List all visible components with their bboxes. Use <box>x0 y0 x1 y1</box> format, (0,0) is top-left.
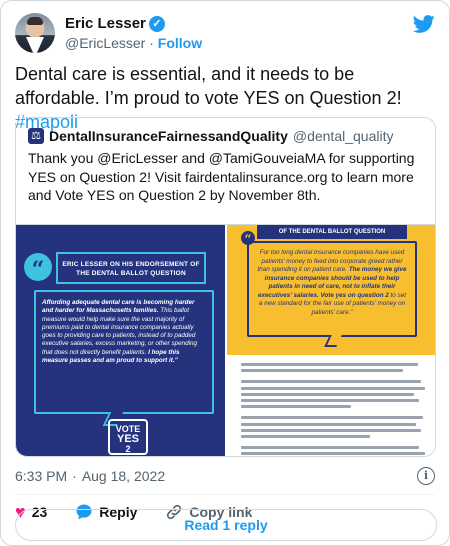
quoted-header: ⚖ DentalInsuranceFairnessandQuality @den… <box>28 127 393 145</box>
right-image-title: OF THE DENTAL BALLOT QUESTION <box>257 225 407 239</box>
quoted-media[interactable]: “ ERIC LESSER ON HIS ENDORSEMENT OF THE … <box>16 224 435 456</box>
endorsement-image-right[interactable]: OF THE DENTAL BALLOT QUESTION “ For too … <box>227 225 435 456</box>
endorsement-image-left[interactable]: “ ERIC LESSER ON HIS ENDORSEMENT OF THE … <box>16 225 225 456</box>
read-replies-button[interactable]: Read 1 reply <box>15 509 437 541</box>
quote-mark-icon: “ <box>24 253 52 283</box>
quoted-handle: @dental_quality <box>292 128 394 144</box>
press-release-text-lines <box>241 363 425 456</box>
info-icon[interactable]: i <box>417 467 435 485</box>
author-names: Eric Lesser ✓ @EricLesser · Follow <box>65 14 202 53</box>
logo-yes: YES <box>116 433 139 445</box>
avatar-shirt <box>26 37 44 53</box>
tweet-timestamp[interactable]: 6:33 PM · Aug 18, 2022 <box>15 467 165 485</box>
tweet-date[interactable]: Aug 18, 2022 <box>82 467 165 485</box>
tweet-header: Eric Lesser ✓ @EricLesser · Follow <box>15 13 435 53</box>
quoted-text: Thank you @EricLesser and @TamiGouveiaMA… <box>28 150 415 203</box>
logo-number: 2 <box>125 444 131 454</box>
author-handle[interactable]: @EricLesser <box>65 35 145 51</box>
twitter-bird-icon[interactable] <box>413 13 435 35</box>
tweet-body: Dental care is essential, and it needs t… <box>15 64 402 108</box>
avatar-hair <box>27 17 43 25</box>
quoted-display-name: DentalInsuranceFairnessandQuality <box>49 128 288 144</box>
right-image-quote: For too long dental insurance companies … <box>247 241 417 337</box>
vote-yes-2-logo: VOTE YES 2 <box>108 419 148 455</box>
follow-button[interactable]: Follow <box>158 35 202 51</box>
display-name-text[interactable]: Eric Lesser <box>65 14 146 33</box>
quoted-avatar-icon: ⚖ <box>28 128 44 144</box>
divider <box>15 494 435 495</box>
timestamp-dot: · <box>72 468 77 484</box>
left-image-title: ERIC LESSER ON HIS ENDORSEMENT OF THE DE… <box>56 252 206 284</box>
tweet-card: Eric Lesser ✓ @EricLesser · Follow Denta… <box>0 0 450 546</box>
separator-dot: · <box>149 35 154 51</box>
author-display-name[interactable]: Eric Lesser ✓ <box>65 14 202 33</box>
handle-row: @EricLesser · Follow <box>65 34 202 53</box>
verified-icon: ✓ <box>148 15 165 32</box>
tweet-time[interactable]: 6:33 PM <box>15 467 67 485</box>
yellow-quote-panel: OF THE DENTAL BALLOT QUESTION “ For too … <box>227 225 435 355</box>
left-image-quote: Affording adequate dental care is becomi… <box>34 290 214 414</box>
avatar[interactable] <box>15 13 55 53</box>
quoted-tweet[interactable]: ⚖ DentalInsuranceFairnessandQuality @den… <box>15 117 436 457</box>
